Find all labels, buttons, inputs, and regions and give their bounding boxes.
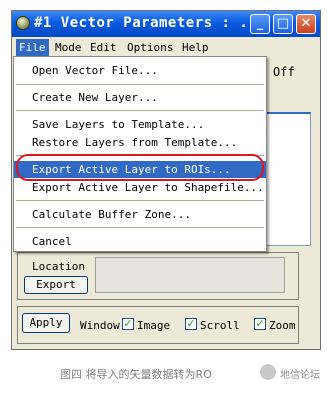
location-display (95, 257, 285, 293)
menu-options[interactable]: Options (124, 39, 176, 56)
watermark-text: 地信论坛 (280, 370, 320, 381)
scroll-checkbox[interactable]: ✓ (185, 318, 197, 330)
annotation-highlight-ring (16, 154, 264, 181)
menu-separator (16, 84, 264, 85)
image-checkbox[interactable]: ✓ (122, 318, 134, 330)
menu-item-restore-layers-from-template[interactable]: Restore Layers from Template... (14, 134, 266, 151)
menu-item-create-new-layer[interactable]: Create New Layer... (14, 89, 266, 106)
window-label: Window (80, 319, 120, 332)
minimize-button[interactable]: _ (250, 14, 270, 34)
menu-item-cancel[interactable]: Cancel (14, 233, 266, 250)
menu-item-save-layers-to-template[interactable]: Save Layers to Template... (14, 116, 266, 133)
maximize-button[interactable]: □ (273, 14, 293, 34)
menu-bar: File Mode Edit Options Help (12, 37, 320, 57)
layer-list[interactable] (265, 112, 311, 246)
zoom-checkbox-label: Zoom (269, 319, 296, 332)
menu-edit[interactable]: Edit (87, 39, 120, 56)
menu-item-export-active-layer-to-shapefile[interactable]: Export Active Layer to Shapefile... (14, 179, 266, 196)
globe-icon (16, 16, 30, 30)
watermark-icon (260, 364, 276, 380)
figure-caption: 图四 将导入的矢量数据转为RO (60, 368, 212, 381)
apply-button[interactable]: Apply (22, 313, 70, 333)
menu-item-open-vector-file[interactable]: Open Vector File... (14, 62, 266, 79)
location-label: Location (32, 260, 85, 273)
export-button[interactable]: Export (24, 276, 88, 294)
image-checkbox-label: Image (137, 319, 171, 332)
menu-separator (16, 200, 264, 201)
zoom-checkbox[interactable]: ✓ (254, 318, 266, 330)
menu-help[interactable]: Help (179, 39, 212, 56)
menu-separator (16, 110, 264, 111)
title-bar[interactable]: #1 Vector Parameters : ... _ □ ✕ (12, 11, 320, 37)
menu-mode[interactable]: Mode (52, 39, 85, 56)
window-title: #1 Vector Parameters : ... (34, 15, 267, 31)
off-label: Off (273, 65, 295, 79)
close-button[interactable]: ✕ (296, 14, 316, 34)
menu-file[interactable]: File (16, 39, 49, 56)
menu-separator (16, 227, 264, 228)
menu-item-calculate-buffer-zone[interactable]: Calculate Buffer Zone... (14, 206, 266, 223)
scroll-checkbox-label: Scroll (200, 319, 240, 332)
